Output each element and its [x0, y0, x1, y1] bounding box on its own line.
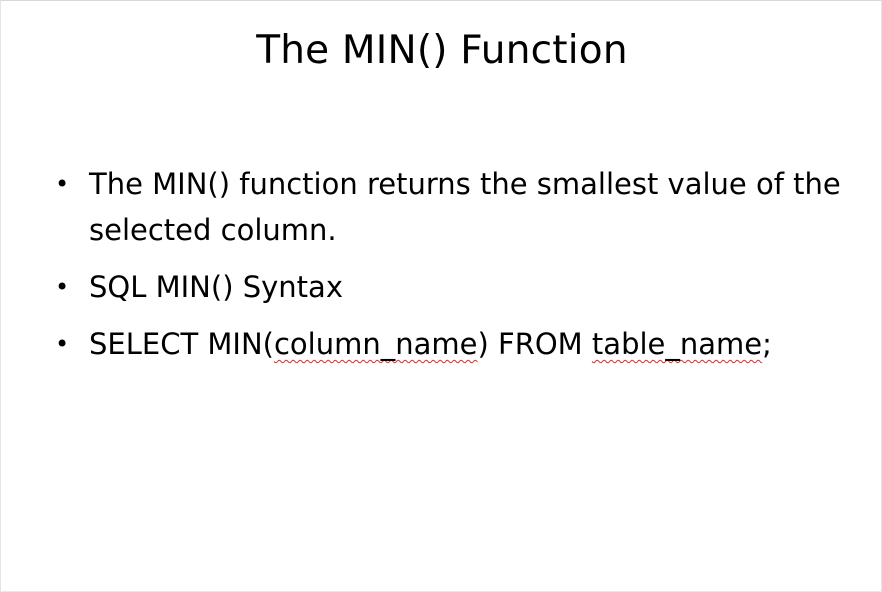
- sql-terminator-text: ;: [762, 327, 772, 361]
- sql-keyword-text: SELECT MIN(: [89, 327, 274, 361]
- bullet-item-syntax-heading: • SQL MIN() Syntax: [53, 264, 843, 310]
- bullet-icon: •: [55, 170, 70, 198]
- bullet-item-min-description: • The MIN() function returns the smalles…: [53, 161, 843, 253]
- sql-keyword-text: ) FROM: [477, 327, 592, 361]
- slide-title: The MIN() Function: [256, 28, 628, 73]
- bullet-text: The MIN() function returns the smallest …: [89, 167, 841, 247]
- bullet-list: • The MIN() function returns the smalles…: [53, 161, 843, 378]
- bullet-icon: •: [55, 330, 70, 358]
- misspelled-word-table-name: table_name: [591, 327, 763, 361]
- bullet-text: SQL MIN() Syntax: [89, 270, 343, 304]
- sql-code-text: SELECT MIN(column_name) FROM table_name;: [89, 327, 772, 361]
- slide: The MIN() Function • The MIN() function …: [0, 0, 882, 592]
- misspelled-word-column-name: column_name: [273, 327, 478, 361]
- bullet-item-syntax-example: • SELECT MIN(column_name) FROM table_nam…: [53, 321, 843, 367]
- bullet-icon: •: [55, 273, 70, 301]
